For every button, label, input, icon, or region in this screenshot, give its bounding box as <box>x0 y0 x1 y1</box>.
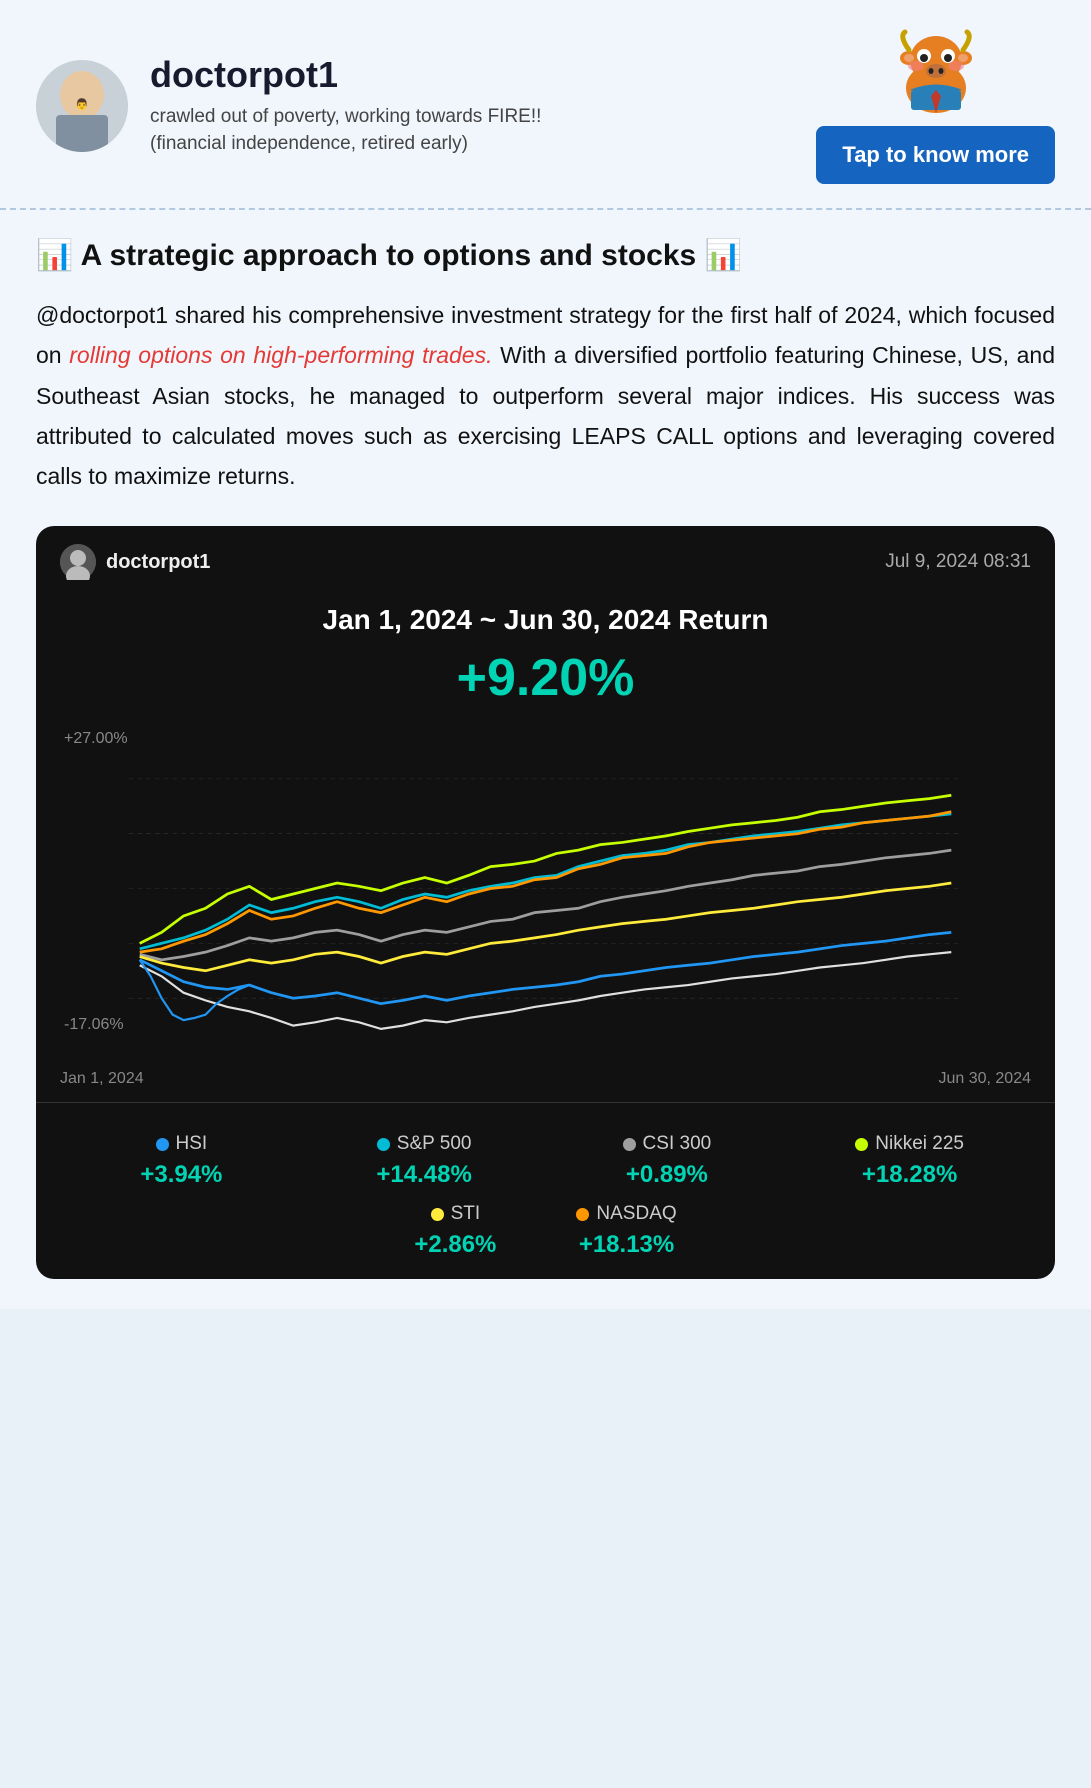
legend-item-sp500: S&P 500 +14.48% <box>303 1119 546 1203</box>
hsi-dot-icon <box>156 1138 169 1151</box>
chart-x-left: Jan 1, 2024 <box>60 1070 144 1088</box>
header-right: Tap to know more <box>816 28 1055 184</box>
chart-user: doctorpot1 <box>60 544 210 580</box>
nasdaq-value: +18.13% <box>579 1231 674 1259</box>
username: doctorpot1 <box>150 54 541 96</box>
chart-return-value: +9.20% <box>36 642 1055 724</box>
legend-row2: STI +2.86% NASDAQ +18.13% <box>60 1203 1031 1279</box>
tap-to-know-more-button[interactable]: Tap to know more <box>816 126 1055 184</box>
svg-text:👨: 👨 <box>75 98 89 111</box>
chart-username: doctorpot1 <box>106 551 210 574</box>
nikkei-value: +18.28% <box>862 1161 957 1189</box>
sp500-dot-icon <box>377 1138 390 1151</box>
chart-header: doctorpot1 Jul 9, 2024 08:31 <box>36 526 1055 590</box>
profile-info: doctorpot1 crawled out of poverty, worki… <box>150 54 541 157</box>
chart-date: Jul 9, 2024 08:31 <box>885 551 1031 573</box>
sti-value: +2.86% <box>414 1231 496 1259</box>
chart-user-avatar <box>60 544 96 580</box>
chart-card: doctorpot1 Jul 9, 2024 08:31 Jan 1, 2024… <box>36 526 1055 1279</box>
chart-area: +27.00% -17.06% <box>36 724 1055 1064</box>
sti-dot-icon <box>431 1208 444 1221</box>
legend-item-csi300: CSI 300 +0.89% <box>546 1119 789 1203</box>
hsi-value: +3.94% <box>140 1161 222 1189</box>
legend-item-nasdaq: NASDAQ +18.13% <box>576 1203 676 1259</box>
bull-mascot-icon <box>881 28 991 118</box>
chart-legend: HSI +3.94% S&P 500 +14.48% CSI 300 +0.89… <box>36 1102 1055 1279</box>
nikkei-dot-icon <box>855 1138 868 1151</box>
legend-item-hsi: HSI +3.94% <box>60 1119 303 1203</box>
chart-y-bottom-label: -17.06% <box>64 1016 124 1034</box>
csi300-value: +0.89% <box>626 1161 708 1189</box>
sp500-value: +14.48% <box>376 1161 471 1189</box>
legend-item-nikkei: Nikkei 225 +18.28% <box>788 1119 1031 1203</box>
profile-header: 👨 doctorpot1 crawled out of poverty, wor… <box>0 0 1091 210</box>
nasdaq-dot-icon <box>576 1208 589 1221</box>
csi300-dot-icon <box>623 1138 636 1151</box>
chart-y-top-label: +27.00% <box>64 730 128 748</box>
chart-title: Jan 1, 2024 ~ Jun 30, 2024 Return <box>36 590 1055 642</box>
highlight-text: rolling options on high-performing trade… <box>69 342 492 368</box>
avatar: 👨 <box>36 60 128 152</box>
article-title: 📊 A strategic approach to options and st… <box>36 238 1055 273</box>
chart-svg <box>56 724 1035 1064</box>
article-content: 📊 A strategic approach to options and st… <box>0 210 1091 496</box>
legend-item-sti: STI +2.86% <box>414 1203 496 1259</box>
bio: crawled out of poverty, working towards … <box>150 104 541 157</box>
chart-x-labels: Jan 1, 2024 Jun 30, 2024 <box>36 1064 1055 1102</box>
chart-x-right: Jun 30, 2024 <box>938 1070 1031 1088</box>
profile-left: 👨 doctorpot1 crawled out of poverty, wor… <box>36 54 541 157</box>
article-body: @doctorpot1 shared his comprehensive inv… <box>36 295 1055 496</box>
